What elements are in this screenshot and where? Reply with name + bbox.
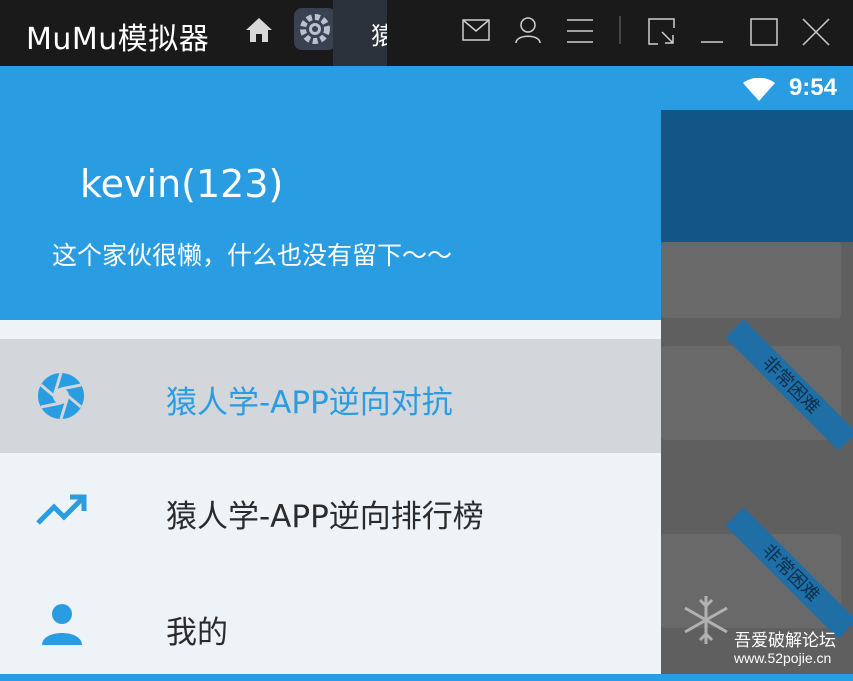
drawer-header: kevin(123) 这个家伙很懒，什么也没有留下～～	[0, 110, 661, 320]
menu-item-label: 猿人学-APP逆向对抗	[166, 385, 453, 421]
menu-icon[interactable]	[566, 18, 594, 49]
background-card: 非常困难	[661, 319, 853, 451]
settings-app-icon[interactable]	[294, 8, 336, 55]
maximize-icon[interactable]	[750, 18, 778, 51]
person-icon	[40, 603, 84, 652]
tab-label: 猿人学	[371, 22, 387, 50]
menu-item-leaderboard[interactable]: 猿人学-APP逆向排行榜	[0, 453, 661, 567]
tab-yuanrenxue[interactable]: 猿人学	[333, 0, 387, 66]
username: kevin(123)	[80, 162, 284, 206]
trending-up-icon	[36, 493, 88, 530]
restore-window-icon[interactable]	[648, 18, 676, 51]
aperture-icon	[36, 371, 86, 426]
close-icon[interactable]	[802, 18, 830, 51]
user-bio: 这个家伙很懒，什么也没有留下～～	[52, 241, 453, 270]
emulator-title: MuMu模拟器	[26, 22, 210, 57]
background-toolbar	[661, 110, 853, 242]
menu-item-label: 我的	[166, 615, 228, 651]
user-account-icon[interactable]	[514, 16, 542, 49]
menu-item-label: 猿人学-APP逆向排行榜	[166, 499, 484, 535]
menu-item-profile[interactable]: 我的	[0, 567, 661, 681]
navigation-drawer: kevin(123) 这个家伙很懒，什么也没有留下～～ 猿人学-APP逆向对抗 …	[0, 110, 661, 674]
watermark-site-name: 吾爱破解论坛	[734, 631, 836, 651]
background-card	[661, 242, 841, 318]
titlebar-divider	[618, 16, 622, 49]
menu-item-app-challenge[interactable]: 猿人学-APP逆向对抗	[0, 339, 661, 453]
mail-icon[interactable]	[462, 19, 490, 46]
watermark: 吾爱破解论坛 www.52pojie.cn	[680, 590, 850, 670]
status-bar: 9:54	[0, 66, 853, 110]
emulator-titlebar: MuMu模拟器 猿人学	[0, 0, 853, 66]
wifi-icon	[742, 77, 776, 107]
minimize-icon[interactable]	[700, 18, 724, 49]
home-icon[interactable]	[244, 16, 274, 49]
watermark-url: www.52pojie.cn	[734, 650, 832, 666]
snowflake-icon	[684, 596, 728, 644]
difficulty-ribbon: 非常困难	[725, 319, 853, 451]
status-clock: 9:54	[788, 74, 837, 101]
